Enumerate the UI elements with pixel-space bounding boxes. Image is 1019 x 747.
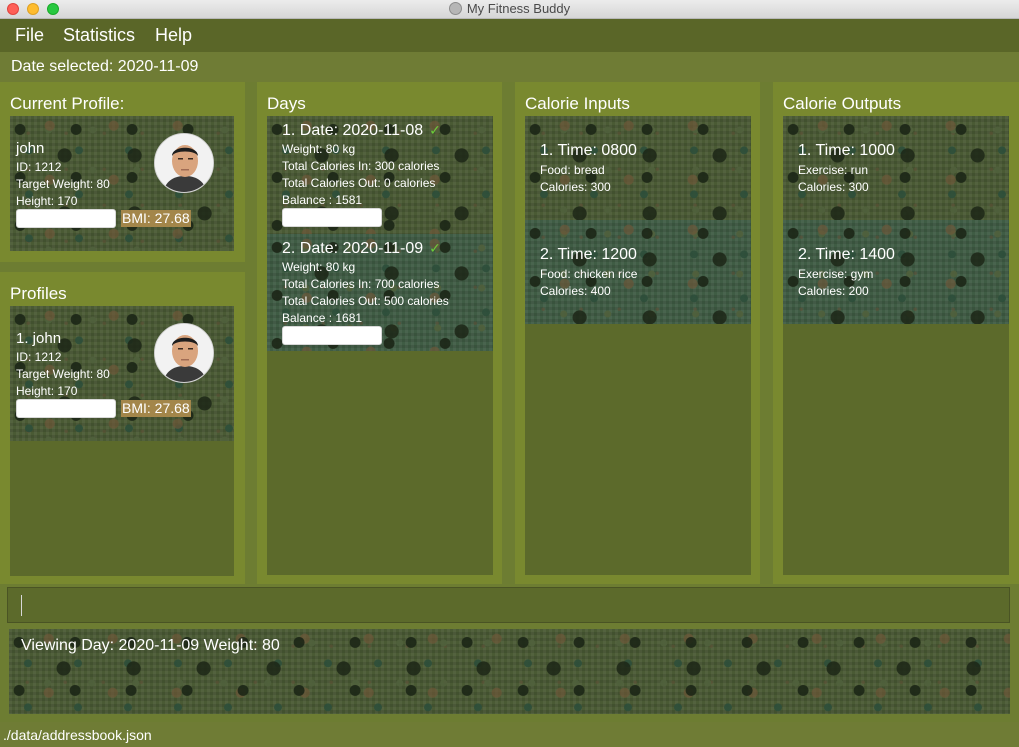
current-profile-height: Height: 170	[16, 194, 78, 208]
avatar-image	[155, 134, 213, 192]
status-bar: ./data/addressbook.json	[0, 722, 1019, 747]
text-caret	[21, 595, 22, 616]
current-profile-bmi-bar	[16, 209, 116, 228]
day-item-balance: Balance : 1681	[282, 311, 363, 325]
day-item-calories-in: Total Calories In: 700 calories	[282, 277, 440, 291]
profile-item-name: 1. john	[16, 330, 62, 347]
profiles-title: Profiles	[10, 284, 67, 303]
profile-item-height: Height: 170	[16, 384, 78, 398]
profile-item-bmi-bar	[16, 399, 116, 418]
day-item-heading: 2. Date: 2020-11-09 ✓	[282, 240, 441, 258]
window-titlebar: My Fitness Buddy	[0, 0, 1019, 19]
days-title: Days	[267, 94, 306, 113]
profile-list-item[interactable]: 1. john ID: 1212 Target Weight: 80 Heigh…	[10, 306, 234, 441]
avatar-image	[155, 324, 213, 382]
calorie-input-time: 1. Time: 0800	[540, 142, 637, 159]
day-item-balance: Balance : 1581	[282, 193, 363, 207]
calorie-output-time: 2. Time: 1400	[798, 246, 895, 263]
day-item-date: 1. Date: 2020-11-08	[282, 122, 424, 139]
date-selected-label: Date selected: 2020-11-09	[11, 58, 199, 75]
menu-file[interactable]: File	[15, 25, 44, 46]
check-icon: ✓	[429, 122, 441, 138]
day-item-balance-bar	[282, 208, 382, 227]
profile-item-id: ID: 1212	[16, 350, 62, 364]
calorie-output-calories: Calories: 300	[798, 180, 869, 194]
current-profile-card[interactable]: john ID: 1212 Target Weight: 80 Height: …	[10, 116, 234, 251]
calorie-output-item[interactable]: 2. Time: 1400 Exercise: gym Calories: 20…	[783, 220, 1009, 324]
calorie-input-time: 2. Time: 1200	[540, 246, 637, 263]
current-profile-avatar	[154, 133, 214, 193]
calorie-input-food: Food: chicken rice	[540, 267, 638, 281]
window-title: My Fitness Buddy	[0, 1, 1019, 16]
result-text: Viewing Day: 2020-11-09 Weight: 80	[21, 637, 280, 654]
profile-item-target-weight: Target Weight: 80	[16, 367, 110, 381]
calorie-input-calories: Calories: 400	[540, 284, 611, 298]
calorie-output-exercise: Exercise: run	[798, 163, 869, 177]
current-profile-panel: Current Profile: john ID: 1212 Target We…	[0, 82, 245, 262]
day-item-weight: Weight: 80 kg	[282, 142, 356, 156]
data-file-path: ./data/addressbook.json	[3, 727, 152, 743]
day-item-date: 2. Date: 2020-11-09	[282, 240, 424, 257]
app-icon	[448, 2, 462, 15]
menu-help[interactable]: Help	[155, 25, 192, 46]
day-item-calories-out: Total Calories Out: 500 calories	[282, 294, 449, 308]
day-list-item[interactable]: 1. Date: 2020-11-08 ✓ Weight: 80 kg Total…	[267, 116, 493, 234]
calorie-input-food: Food: bread	[540, 163, 605, 177]
date-selected-bar: Date selected: 2020-11-09	[0, 52, 1019, 82]
calorie-output-item[interactable]: 1. Time: 1000 Exercise: run Calories: 30…	[783, 116, 1009, 220]
profile-item-avatar	[154, 323, 214, 383]
result-display: Viewing Day: 2020-11-09 Weight: 80	[9, 629, 1010, 714]
days-panel: Days 1. Date: 2020-11-08 ✓ Weight: 80 kg …	[257, 82, 502, 584]
day-item-balance-bar	[282, 326, 382, 345]
calorie-output-time: 1. Time: 1000	[798, 142, 895, 159]
command-input[interactable]	[7, 587, 1010, 623]
calorie-outputs-panel: Calorie Outputs 1. Time: 1000 Exercise: …	[773, 82, 1019, 584]
calorie-inputs-title: Calorie Inputs	[525, 94, 630, 113]
calorie-input-calories: Calories: 300	[540, 180, 611, 194]
calorie-output-calories: Calories: 200	[798, 284, 869, 298]
check-icon: ✓	[429, 240, 441, 256]
calorie-inputs-panel: Calorie Inputs 1. Time: 0800 Food: bread…	[515, 82, 760, 584]
calorie-output-exercise: Exercise: gym	[798, 267, 874, 281]
day-item-calories-out: Total Calories Out: 0 calories	[282, 176, 436, 190]
menu-bar: File Statistics Help	[0, 19, 1019, 52]
day-item-heading: 1. Date: 2020-11-08 ✓	[282, 122, 441, 140]
profiles-panel: Profiles 1. john ID: 1212 Target Weight:…	[0, 272, 245, 584]
current-profile-name: john	[16, 140, 45, 157]
day-item-calories-in: Total Calories In: 300 calories	[282, 159, 440, 173]
day-list-item[interactable]: 2. Date: 2020-11-09 ✓ Weight: 80 kg Total…	[267, 234, 493, 351]
menu-statistics[interactable]: Statistics	[63, 25, 135, 46]
current-profile-target-weight: Target Weight: 80	[16, 177, 110, 191]
day-item-weight: Weight: 80 kg	[282, 260, 356, 274]
calorie-input-item[interactable]: 2. Time: 1200 Food: chicken rice Calorie…	[525, 220, 751, 324]
current-profile-bmi: BMI: 27.68	[121, 210, 191, 227]
current-profile-id: ID: 1212	[16, 160, 62, 174]
profile-item-bmi: BMI: 27.68	[121, 400, 191, 417]
calorie-input-item[interactable]: 1. Time: 0800 Food: bread Calories: 300	[525, 116, 751, 220]
window-title-text: My Fitness Buddy	[466, 1, 571, 16]
calorie-outputs-title: Calorie Outputs	[783, 94, 902, 113]
current-profile-title: Current Profile:	[10, 94, 125, 113]
